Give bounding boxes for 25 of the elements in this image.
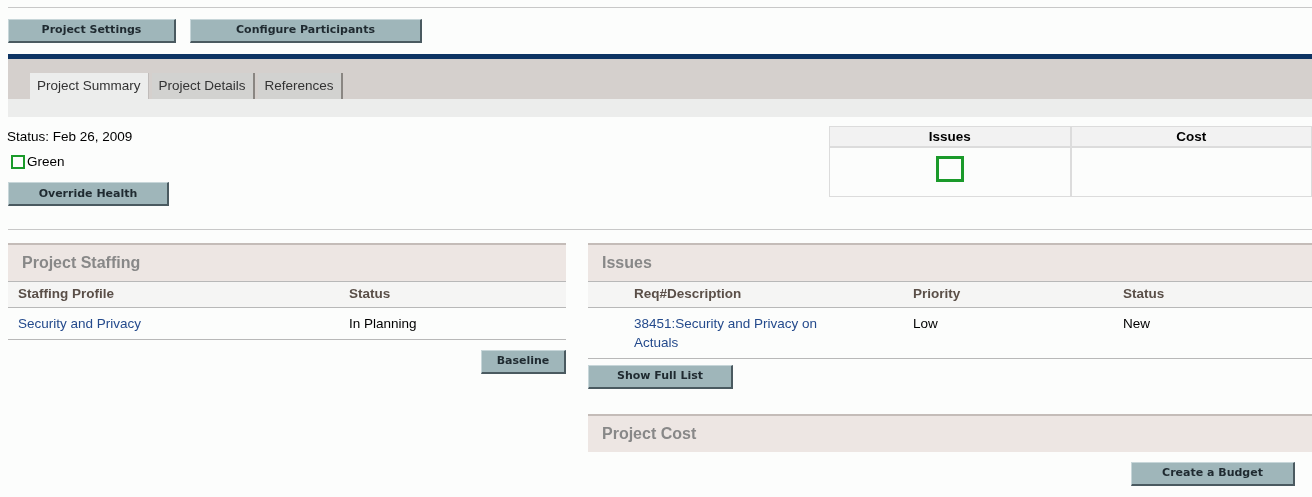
column-header: Cost: [1071, 127, 1311, 148]
button[interactable]: Project Settings: [8, 19, 176, 43]
table-cell-text: New: [1123, 315, 1151, 333]
table-cell-text: In Planning: [349, 315, 418, 333]
button[interactable]: Configure Participants: [190, 19, 422, 43]
tab[interactable]: Project Summary: [30, 73, 149, 99]
section-title: Issues: [602, 253, 652, 273]
status-square-icon: [11, 155, 25, 170]
section-title: Project Cost: [602, 424, 697, 444]
column-header: Staffing Profile: [18, 285, 115, 304]
health-label: Green: [27, 153, 65, 171]
button[interactable]: Baseline: [481, 350, 566, 374]
button[interactable]: Create a Budget: [1131, 462, 1295, 486]
status-date: Status: Feb 26, 2009: [7, 129, 134, 145]
section-title: Project Staffing: [22, 253, 141, 273]
column-header: Req#Description: [634, 285, 743, 304]
link[interactable]: Security and Privacy: [18, 314, 233, 333]
column-header: Issues: [830, 127, 1070, 148]
table-cell-text: Low: [913, 315, 939, 333]
column-header: Status: [349, 285, 392, 304]
column-header: Priority: [913, 285, 962, 304]
column-header: Status: [1123, 285, 1166, 304]
button[interactable]: Show Full List: [588, 365, 733, 389]
link[interactable]: 38451:Security and Privacy on Actuals: [634, 314, 849, 352]
button[interactable]: Override Health: [8, 182, 169, 207]
